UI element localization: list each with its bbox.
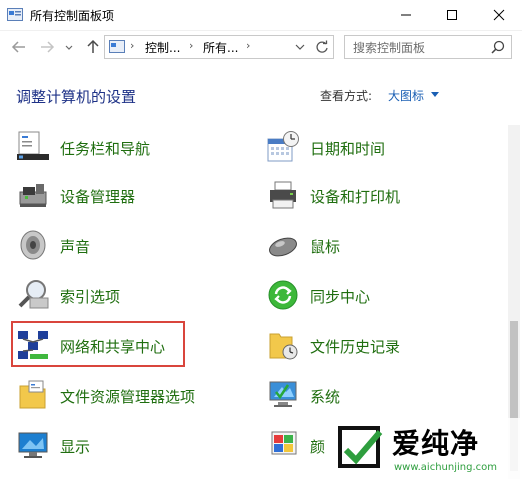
- highlight-box: [11, 321, 185, 367]
- recent-locations-chevron-icon[interactable]: [64, 38, 74, 56]
- minimize-icon: [401, 14, 411, 16]
- color-icon: [271, 431, 297, 455]
- item-devices-printers[interactable]: 设备和打印机: [266, 178, 506, 218]
- breadcrumb-separator-icon: ›: [189, 39, 194, 52]
- item-file-explorer-options[interactable]: 文件资源管理器选项: [16, 378, 256, 418]
- forward-arrow-icon[interactable]: [38, 38, 56, 56]
- control-panel-icon: [7, 8, 23, 21]
- sync-icon: [268, 280, 298, 310]
- close-button[interactable]: [476, 0, 522, 30]
- page-title: 调整计算机的设置: [16, 88, 137, 106]
- back-arrow-icon[interactable]: [10, 38, 28, 56]
- item-mouse[interactable]: 鼠标: [266, 228, 506, 268]
- up-arrow-icon[interactable]: [84, 38, 102, 56]
- view-by-dropdown-caret-icon[interactable]: [431, 92, 439, 97]
- watermark: 爱纯净 www.aichunjing.com: [330, 418, 522, 479]
- view-by-label: 查看方式:: [320, 89, 373, 103]
- folder-options-icon: [19, 380, 46, 409]
- control-panel-breadcrumb-icon: [109, 40, 125, 53]
- title-bar: 所有控制面板项: [0, 0, 522, 31]
- navigation-bar: › 控制... › 所有... › 搜索控制面板: [0, 30, 522, 64]
- view-by-dropdown[interactable]: 大图标: [388, 87, 424, 104]
- item-label: 任务栏和导航: [60, 140, 151, 158]
- address-dropdown-chevron-icon[interactable]: [295, 43, 305, 51]
- item-display[interactable]: 显示: [16, 428, 256, 468]
- index-search-icon: [18, 280, 49, 309]
- item-indexing-options[interactable]: 索引选项: [16, 278, 256, 318]
- item-sync-center[interactable]: 同步中心: [266, 278, 506, 318]
- item-system[interactable]: 系统: [266, 378, 506, 418]
- breadcrumb-control-panel[interactable]: 控制...: [145, 39, 180, 56]
- minimize-button[interactable]: [383, 0, 429, 30]
- close-icon: [493, 9, 505, 21]
- window-title: 所有控制面板项: [30, 9, 115, 23]
- mouse-icon: [269, 237, 297, 257]
- item-taskbar-navigation[interactable]: 任务栏和导航: [16, 130, 256, 170]
- refresh-button[interactable]: [311, 35, 334, 59]
- item-label: 鼠标: [310, 238, 341, 256]
- address-bar[interactable]: › 控制... › 所有... ›: [104, 35, 312, 59]
- watermark-brand: 爱纯净: [392, 427, 480, 460]
- maximize-button[interactable]: [429, 0, 475, 30]
- item-label: 文件历史记录: [310, 338, 401, 356]
- speaker-icon: [20, 230, 46, 260]
- item-label: 声音: [60, 238, 91, 256]
- item-date-time[interactable]: 日期和时间: [266, 130, 506, 170]
- item-device-manager[interactable]: 设备管理器: [16, 178, 256, 218]
- breadcrumb-separator-icon: ›: [130, 39, 135, 52]
- item-label: 索引选项: [60, 288, 121, 306]
- printer-icon: [270, 181, 296, 209]
- item-label: 系统: [310, 388, 341, 406]
- search-box[interactable]: 搜索控制面板: [344, 35, 512, 59]
- item-label: 文件资源管理器选项: [60, 388, 196, 406]
- device-manager-icon: [19, 184, 47, 207]
- item-sound[interactable]: 声音: [16, 228, 256, 268]
- item-label: 设备管理器: [60, 188, 136, 206]
- maximize-icon: [447, 10, 457, 20]
- item-label: 设备和打印机: [310, 188, 401, 206]
- item-file-history[interactable]: 文件历史记录: [266, 328, 506, 368]
- search-placeholder: 搜索控制面板: [353, 41, 426, 55]
- breadcrumb-separator-icon: ›: [246, 39, 251, 52]
- search-icon[interactable]: [491, 40, 505, 54]
- refresh-icon: [316, 40, 328, 53]
- system-icon: [269, 381, 297, 407]
- display-icon: [18, 432, 48, 458]
- calendar-clock-icon: [267, 131, 299, 162]
- item-label: 显示: [60, 438, 91, 456]
- taskbar-icon: [17, 131, 49, 160]
- item-label: 颜: [310, 438, 326, 456]
- item-label: 日期和时间: [310, 140, 386, 158]
- watermark-url: www.aichunjing.com: [394, 462, 497, 473]
- item-label: 同步中心: [310, 288, 371, 306]
- file-history-icon: [269, 333, 298, 360]
- watermark-logo-icon: [338, 426, 383, 468]
- breadcrumb-all-items[interactable]: 所有...: [203, 39, 238, 56]
